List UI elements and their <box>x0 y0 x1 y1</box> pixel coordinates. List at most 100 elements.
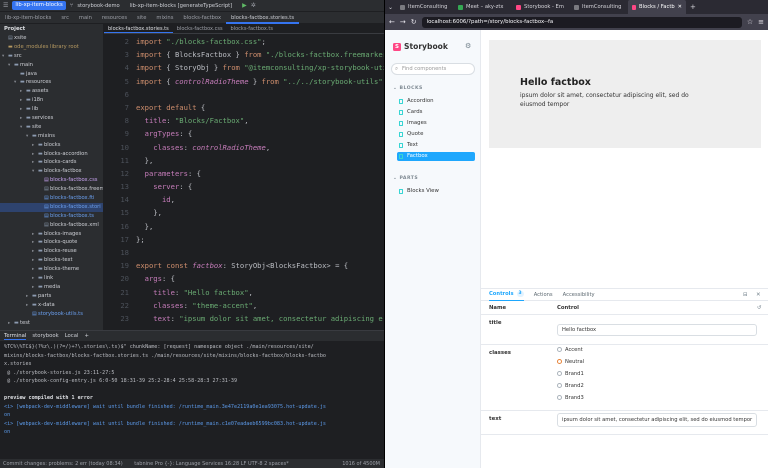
radio-option-neutral[interactable]: Neutral <box>557 359 584 366</box>
code-editor[interactable]: blocks-factbox.stories.ts blocks-factbox… <box>104 24 384 330</box>
editor-tab[interactable]: blocks-factbox.css <box>173 24 227 33</box>
tree-item[interactable]: ▸ ▬lib <box>0 105 103 114</box>
tree-item[interactable]: ▸ ▬blocks-quote <box>0 238 103 247</box>
tree-item[interactable]: ▸ ▬services <box>0 114 103 123</box>
menu-icon[interactable]: ☰ <box>3 2 8 9</box>
code-line[interactable]: }, <box>136 206 384 219</box>
tree-item[interactable]: ▸ ▬blocks-text <box>0 256 103 265</box>
close-tab-icon[interactable]: ✕ <box>678 0 682 14</box>
radio-option-accent[interactable]: Accent <box>557 347 583 354</box>
tree-item[interactable]: ▾ ▬resources <box>0 78 103 87</box>
code-line[interactable]: import { controlRadioTheme } from "../..… <box>136 75 384 88</box>
browser-tab-active[interactable]: Blocks / Factb ✕ <box>628 0 687 14</box>
tree-item[interactable]: ▬ode_modules library root <box>0 43 103 52</box>
reset-icon[interactable]: ↺ <box>757 305 761 311</box>
browser-tab[interactable]: Storybook - Em <box>512 0 570 14</box>
tree-item[interactable]: ▸ ▬blocks-images <box>0 230 103 239</box>
code-line[interactable]: classes: "theme-accent", <box>136 299 384 312</box>
tree-item[interactable]: ▸ ▬parts <box>0 292 103 301</box>
run-icon[interactable]: ▶ <box>242 2 247 9</box>
project-panel-title[interactable]: Project <box>0 24 103 34</box>
tree-item[interactable]: ▾ ▬blocks-factbox <box>0 167 103 176</box>
tree-item[interactable]: ▤blocks-factbox.xml <box>0 221 103 230</box>
new-tab-icon[interactable]: + <box>686 3 700 11</box>
radio-option-brand2[interactable]: Brand2 <box>557 383 584 390</box>
tree-item[interactable]: ▾ ▬site <box>0 123 103 132</box>
tab-list-icon[interactable]: ⌄ <box>385 4 396 11</box>
code-line[interactable]: }, <box>136 154 384 167</box>
tab-local[interactable]: Local <box>65 333 79 339</box>
tab-controls[interactable]: Controls 3 <box>489 289 524 301</box>
sidebar-item-cards[interactable]: Cards <box>397 108 475 117</box>
tree-item[interactable]: ▤blocks-factbox.stori <box>0 202 103 212</box>
radio-option-brand1[interactable]: Brand1 <box>557 371 584 378</box>
tree-item[interactable]: ▸ ▬assets <box>0 87 103 96</box>
sidebar-item-accordion[interactable]: Accordion <box>397 97 475 106</box>
tree-item[interactable]: ▾ ▬mixins <box>0 132 103 141</box>
tree-item[interactable]: ▤blocks-factbox.ts <box>0 212 103 221</box>
code-line[interactable]: import { StoryObj } from "@itemconsultin… <box>136 61 384 74</box>
tree-item[interactable]: ▬java <box>0 70 103 79</box>
breadcrumb-item[interactable]: main <box>74 12 97 24</box>
project-selector[interactable]: lib-xp-item-blocks <box>12 1 66 10</box>
tab-actions[interactable]: Actions <box>534 292 553 298</box>
extensions-icon[interactable]: ≡ <box>758 18 764 26</box>
terminal-output[interactable]: %TC%\%TC$}(?%z\.)(?=/)+?\.stories\.ts)$"… <box>0 341 384 439</box>
tree-item[interactable]: ▸ ▬blocks-cards <box>0 158 103 167</box>
radio-button[interactable] <box>557 383 562 388</box>
code-line[interactable]: }; <box>136 233 384 246</box>
tree-item[interactable]: ▤blocks-factbox.css <box>0 176 103 185</box>
url-bar[interactable]: localhost:6006/?path=/story/blocks-factb… <box>421 16 742 28</box>
breadcrumb-item[interactable]: blocks-factbox.stories.ts <box>226 12 300 24</box>
code-line[interactable]: export const factbox: StoryObj<BlocksFac… <box>136 259 384 272</box>
sidebar-item-text[interactable]: Text <box>397 141 475 150</box>
status-commit[interactable]: Commit changes: problems: 2 err (today 0… <box>3 461 123 467</box>
tree-item[interactable]: ▸ ▬media <box>0 283 103 292</box>
sidebar-item-quote[interactable]: Quote <box>397 130 475 139</box>
forward-icon[interactable]: → <box>400 18 406 26</box>
tree-item[interactable]: ▸ ▬x-data <box>0 301 103 310</box>
browser-tab[interactable]: ItemConsulting <box>396 0 454 14</box>
close-panel-icon[interactable]: ✕ <box>756 292 761 298</box>
code-line[interactable]: ​ <box>136 246 384 259</box>
tab-storybook[interactable]: storybook <box>32 333 58 339</box>
code-line[interactable]: parameters: { <box>136 167 384 180</box>
tree-item[interactable]: ▤storybook-utils.ts <box>0 310 103 319</box>
code-line[interactable]: export default { <box>136 101 384 114</box>
breadcrumb-item[interactable]: blocks-factbox <box>178 12 226 24</box>
code-line[interactable]: id, <box>136 193 384 206</box>
code-line[interactable]: title: "Hello factbox", <box>136 286 384 299</box>
tree-item[interactable]: ▸ ▬blocks <box>0 141 103 150</box>
tree-item[interactable]: ▤xsite <box>0 34 103 43</box>
tab-accessibility[interactable]: Accessibility <box>563 292 595 298</box>
editor-tab[interactable]: blocks-factbox.ts <box>227 24 277 33</box>
status-memory[interactable]: 1016 of 4500M <box>342 459 380 468</box>
search-input[interactable]: ⌕ Find components <box>391 63 475 75</box>
add-terminal-icon[interactable]: + <box>84 333 88 339</box>
radio-button[interactable] <box>557 347 562 352</box>
gear-icon[interactable]: ⚙ <box>465 42 471 50</box>
tree-item[interactable]: ▸ ▬i18n <box>0 96 103 105</box>
code-line[interactable]: server: { <box>136 180 384 193</box>
browser-tab[interactable]: Meet – aky-ztx <box>454 0 512 14</box>
back-icon[interactable]: ← <box>389 18 395 26</box>
sidebar-group-parts[interactable]: ⌄ PARTS <box>393 176 418 181</box>
tree-item[interactable]: ▤blocks-factbox.freem <box>0 185 103 194</box>
tab-terminal[interactable]: Terminal <box>4 333 27 340</box>
editor-tab[interactable]: blocks-factbox.stories.ts <box>104 24 173 33</box>
code-line[interactable]: }, <box>136 220 384 233</box>
sidebar-group-blocks[interactable]: ⌄ BLOCKS <box>393 86 423 91</box>
tree-item[interactable]: ▸ ▬link <box>0 274 103 283</box>
text-input[interactable]: ipsum dolor sit amet, consectetur adipis… <box>557 413 757 427</box>
reload-icon[interactable]: ↻ <box>411 18 417 26</box>
panel-position-icon[interactable]: ⊟ <box>743 292 748 298</box>
code-line[interactable]: import "./blocks-factbox.css"; <box>136 35 384 48</box>
radio-button[interactable] <box>557 359 562 364</box>
code-lines[interactable]: import "./blocks-factbox.css"; import { B… <box>136 35 384 325</box>
radio-button[interactable] <box>557 371 562 376</box>
breadcrumb-item[interactable]: mixins <box>151 12 178 24</box>
radio-button[interactable] <box>557 395 562 400</box>
code-line[interactable]: args: { <box>136 272 384 285</box>
run-config-selector[interactable]: lib-xp-item-blocks [generateTypeScript] <box>130 3 233 9</box>
code-line[interactable]: argTypes: { <box>136 127 384 140</box>
